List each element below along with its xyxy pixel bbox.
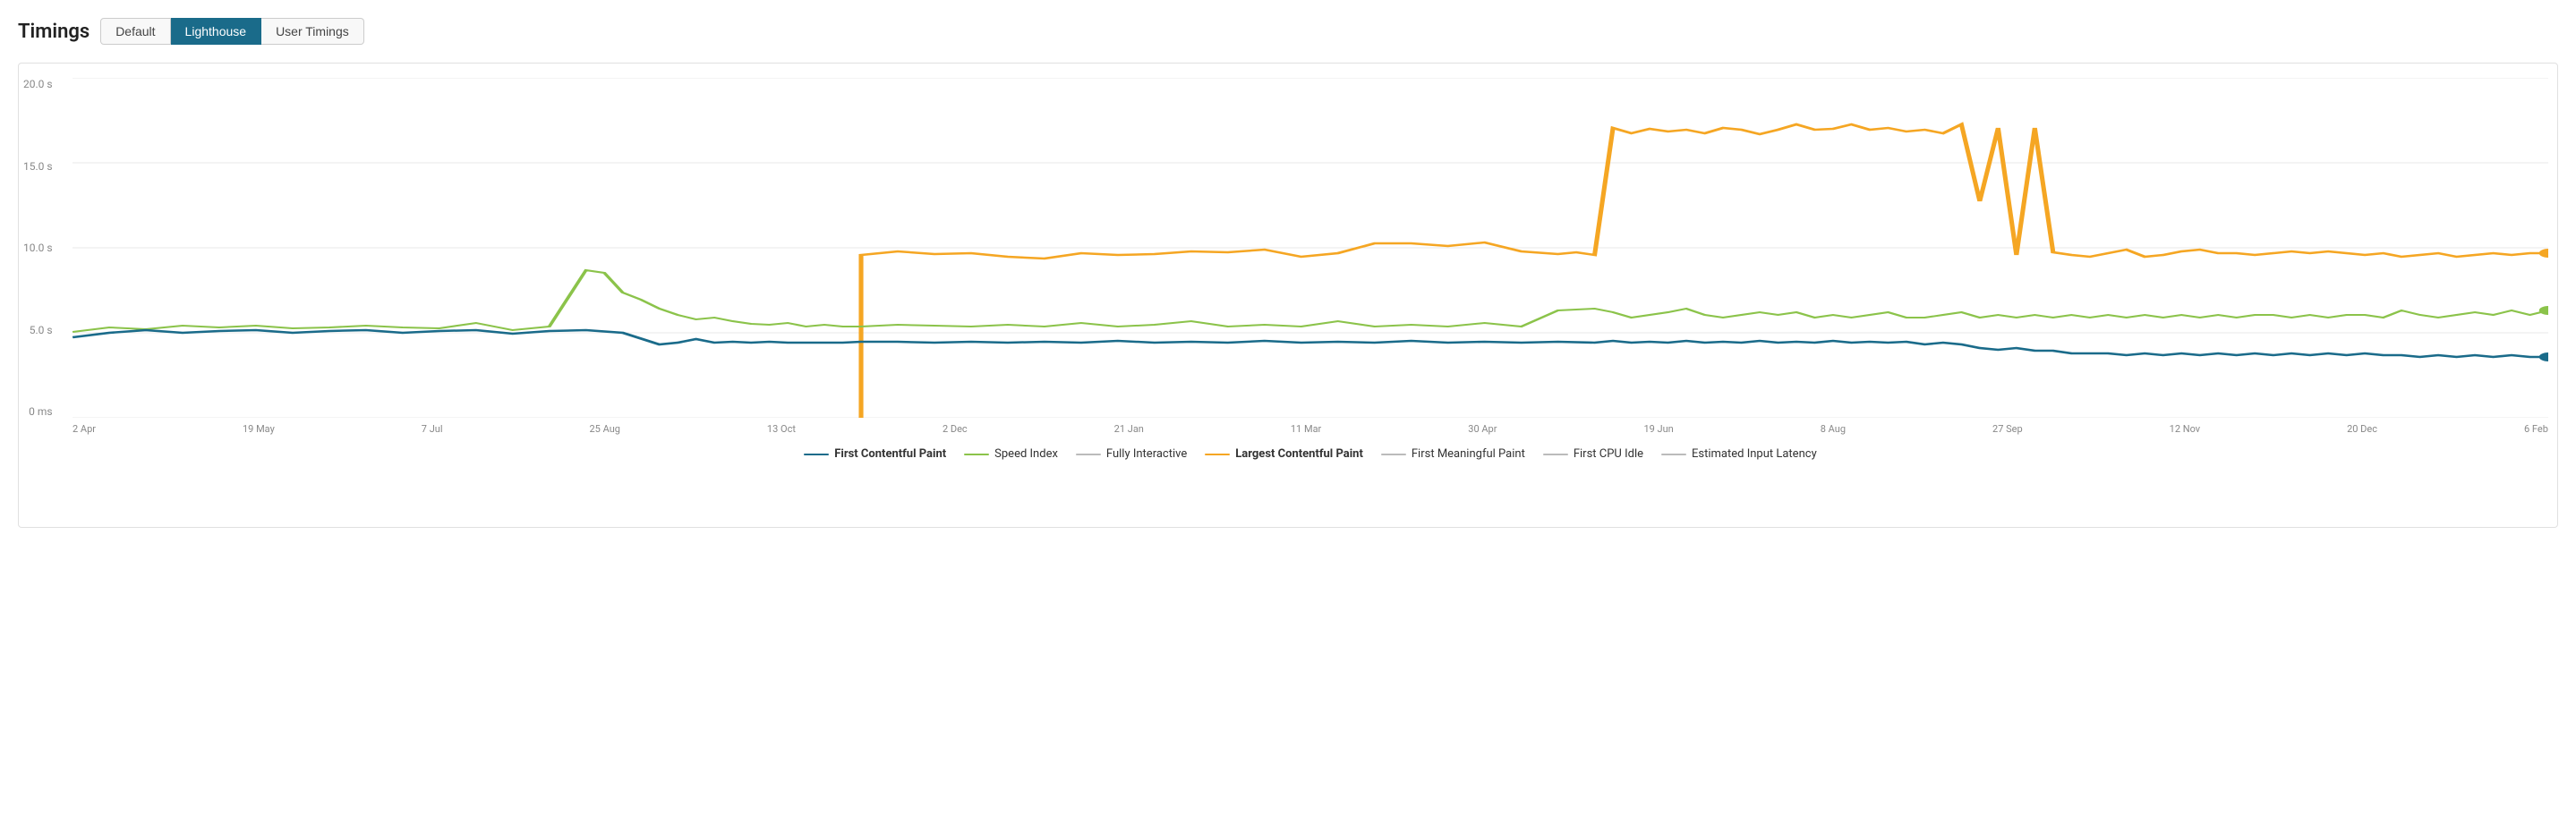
chart-legend: First Contentful Paint Speed Index Fully… bbox=[73, 447, 2548, 461]
legend-fci-line bbox=[1543, 454, 1568, 455]
legend-si: Speed Index bbox=[964, 447, 1058, 461]
x-label-3: 25 Aug bbox=[589, 423, 619, 435]
legend-fcp-label: First Contentful Paint bbox=[834, 447, 946, 461]
legend-eil-label: Estimated Input Latency bbox=[1692, 447, 1817, 461]
y-axis-labels: 20.0 s 15.0 s 10.0 s 5.0 s 0 ms bbox=[23, 78, 53, 418]
legend-eil: Estimated Input Latency bbox=[1661, 447, 1817, 461]
x-label-2: 7 Jul bbox=[422, 423, 443, 435]
x-label-14: 6 Feb bbox=[2524, 423, 2548, 435]
legend-fmp-label: First Meaningful Paint bbox=[1412, 447, 1525, 461]
legend-eil-line bbox=[1661, 454, 1686, 455]
x-label-4: 13 Oct bbox=[767, 423, 796, 435]
legend-fmp: First Meaningful Paint bbox=[1381, 447, 1525, 461]
legend-fmp-line bbox=[1381, 454, 1406, 455]
x-label-12: 12 Nov bbox=[2170, 423, 2200, 435]
tab-lighthouse[interactable]: Lighthouse bbox=[171, 18, 262, 45]
legend-si-label: Speed Index bbox=[994, 447, 1058, 461]
tab-group: Default Lighthouse User Timings bbox=[100, 18, 364, 45]
y-label-0: 0 ms bbox=[23, 405, 53, 418]
y-label-15: 15.0 s bbox=[23, 160, 53, 173]
timings-header: Timings Default Lighthouse User Timings bbox=[18, 18, 2558, 45]
page-title: Timings bbox=[18, 21, 90, 43]
y-label-20: 20.0 s bbox=[23, 78, 53, 90]
legend-fcp: First Contentful Paint bbox=[804, 447, 946, 461]
legend-fcp-line bbox=[804, 454, 829, 455]
legend-si-line bbox=[964, 454, 989, 455]
legend-lcp-line bbox=[1205, 454, 1230, 455]
x-label-0: 2 Apr bbox=[73, 423, 96, 435]
tab-default[interactable]: Default bbox=[100, 18, 170, 45]
x-label-1: 19 May bbox=[243, 423, 275, 435]
legend-lcp: Largest Contentful Paint bbox=[1205, 447, 1363, 461]
legend-fi-label: Fully Interactive bbox=[1106, 447, 1187, 461]
chart-area: 20.0 s 15.0 s 10.0 s 5.0 s 0 ms bbox=[73, 78, 2548, 418]
legend-fci-label: First CPU Idle bbox=[1574, 447, 1643, 461]
x-label-7: 11 Mar bbox=[1291, 423, 1321, 435]
x-label-10: 8 Aug bbox=[1821, 423, 1846, 435]
chart-container: 20.0 s 15.0 s 10.0 s 5.0 s 0 ms bbox=[18, 63, 2558, 528]
x-axis-labels: 2 Apr 19 May 7 Jul 25 Aug 13 Oct 2 Dec 2… bbox=[73, 423, 2548, 435]
legend-fci: First CPU Idle bbox=[1543, 447, 1643, 461]
legend-fi: Fully Interactive bbox=[1076, 447, 1187, 461]
legend-fi-line bbox=[1076, 454, 1101, 455]
x-label-8: 30 Apr bbox=[1468, 423, 1497, 435]
x-label-11: 27 Sep bbox=[1992, 423, 2023, 435]
y-label-10: 10.0 s bbox=[23, 242, 53, 254]
legend-lcp-label: Largest Contentful Paint bbox=[1235, 447, 1363, 461]
chart-svg bbox=[73, 78, 2548, 418]
tab-user-timings[interactable]: User Timings bbox=[261, 18, 364, 45]
x-label-6: 21 Jan bbox=[1114, 423, 1144, 435]
y-label-5: 5.0 s bbox=[23, 324, 53, 336]
x-label-5: 2 Dec bbox=[943, 423, 968, 435]
x-label-13: 20 Dec bbox=[2347, 423, 2377, 435]
x-label-9: 19 Jun bbox=[1643, 423, 1673, 435]
